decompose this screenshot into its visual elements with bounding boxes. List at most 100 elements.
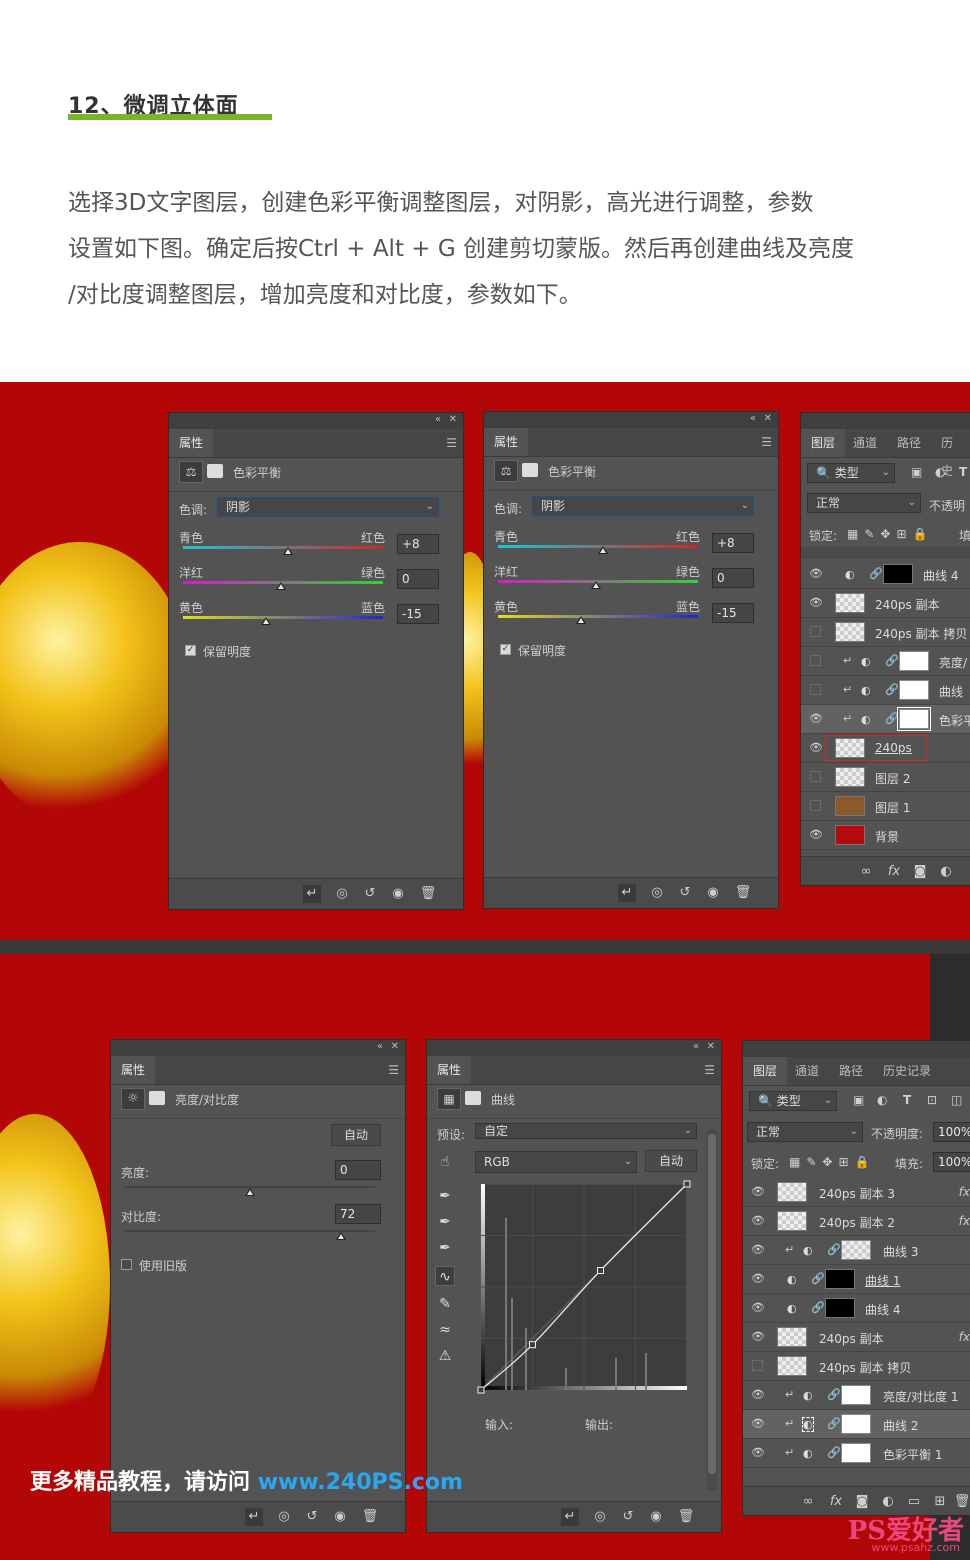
view-previous-icon[interactable]: ◎ xyxy=(333,885,351,903)
scrollbar-thumb[interactable] xyxy=(708,1134,716,1474)
eye-icon[interactable]: 👁 xyxy=(751,1388,765,1401)
layer-row[interactable]: 👁 ↵ ◐ 🔗 亮度/对比度 1 xyxy=(743,1381,970,1410)
slider-thumb[interactable] xyxy=(598,546,608,554)
opacity-field[interactable]: 100% xyxy=(933,1122,970,1142)
panel-menu-icon[interactable]: ☰ xyxy=(446,436,457,450)
trash-icon[interactable]: 🗑 xyxy=(677,1508,695,1526)
clip-to-layer-icon[interactable]: ↵ xyxy=(245,1508,263,1526)
add-mask-icon[interactable]: ◙ xyxy=(911,863,929,881)
filter-smart-object-icon[interactable]: ◫ xyxy=(951,1093,962,1107)
tab-properties[interactable]: 属性 xyxy=(169,429,214,457)
close-icon[interactable]: ✕ xyxy=(707,1041,715,1052)
cyan-red-value[interactable]: +8 xyxy=(397,534,439,554)
layer-row[interactable]: 👁 ◐ 🔗 曲线 4 xyxy=(743,1294,970,1323)
layer-row[interactable]: ↵ ◐ 🔗 亮度/ xyxy=(801,647,970,676)
white-eyedropper-icon[interactable]: ✒ xyxy=(435,1238,455,1258)
clip-to-layer-icon[interactable]: ↵ xyxy=(561,1508,579,1526)
slider-thumb[interactable] xyxy=(261,617,271,625)
auto-button[interactable]: 自动 xyxy=(331,1124,381,1146)
filter-pixel-icon[interactable]: ▣ xyxy=(911,465,922,479)
reset-icon[interactable]: ↺ xyxy=(619,1508,637,1526)
slider-thumb[interactable] xyxy=(576,616,586,624)
curve-point-icon[interactable]: ∿ xyxy=(435,1266,455,1286)
visibility-toggle-off[interactable] xyxy=(810,655,821,666)
target-adjust-icon[interactable]: ☝ xyxy=(435,1152,455,1172)
view-previous-icon[interactable]: ◎ xyxy=(591,1508,609,1526)
mask-icon[interactable] xyxy=(149,1091,165,1105)
visibility-icon[interactable]: ◉ xyxy=(389,885,407,903)
filter-type-icon[interactable]: T xyxy=(959,465,967,479)
clip-to-layer-icon[interactable]: ↵ xyxy=(303,885,321,903)
tone-select[interactable]: 阴影 ⌄ xyxy=(217,497,439,517)
fill-field[interactable]: 100% xyxy=(933,1152,970,1172)
visibility-icon[interactable]: ◉ xyxy=(331,1508,349,1526)
preset-select[interactable]: 自定 ⌄ xyxy=(475,1123,697,1139)
eye-icon[interactable]: 👁 xyxy=(751,1243,765,1256)
panel-menu-icon[interactable]: ☰ xyxy=(704,1063,715,1077)
reset-icon[interactable]: ↺ xyxy=(361,885,379,903)
slider-thumb[interactable] xyxy=(283,547,293,555)
layer-row[interactable]: 👁 ◐ 🔗 曲线 4 xyxy=(801,560,970,589)
curve-graph[interactable] xyxy=(475,1178,699,1402)
reset-icon[interactable]: ↺ xyxy=(676,884,694,902)
clipping-warning-icon[interactable]: ⚠ xyxy=(435,1346,455,1366)
promo-url[interactable]: www.240PS.com xyxy=(258,1470,463,1495)
channel-select[interactable]: RGB ⌄ xyxy=(475,1151,637,1173)
close-icon[interactable]: ✕ xyxy=(391,1041,399,1052)
scrollbar[interactable] xyxy=(707,1130,717,1490)
new-adjustment-icon[interactable]: ◐ xyxy=(879,1493,897,1511)
tab-properties[interactable]: 属性 xyxy=(427,1056,472,1084)
link-layers-icon[interactable]: ∞ xyxy=(857,863,875,881)
tone-select[interactable]: 阴影 ⌄ xyxy=(532,496,754,516)
lock-icons[interactable]: ▦✎✥⊞🔒 xyxy=(789,1155,875,1169)
visibility-toggle-off[interactable] xyxy=(752,1360,763,1371)
new-layer-icon[interactable]: ⊞ xyxy=(931,1493,949,1511)
visibility-toggle-off[interactable] xyxy=(810,771,821,782)
gray-eyedropper-icon[interactable]: ✒ xyxy=(435,1212,455,1232)
tab-channels[interactable]: 通道 xyxy=(785,1057,829,1085)
eye-icon[interactable]: 👁 xyxy=(751,1446,765,1459)
collapse-icon[interactable]: « xyxy=(435,414,441,425)
trash-icon[interactable]: 🗑 xyxy=(953,1493,970,1511)
filter-type-icon[interactable]: T xyxy=(903,1093,911,1107)
visibility-toggle-off[interactable] xyxy=(810,800,821,811)
layer-row[interactable]: 👁 背景 xyxy=(801,821,970,850)
tab-properties[interactable]: 属性 xyxy=(111,1056,156,1084)
legacy-checkbox[interactable] xyxy=(121,1259,132,1270)
tab-paths[interactable]: 路径 xyxy=(887,429,931,457)
layer-row-selected[interactable]: 👁 ↵ ◐ 🔗 曲线 2 xyxy=(743,1410,970,1439)
yellow-blue-slider[interactable] xyxy=(183,616,383,619)
layer-row[interactable]: 👁 240ps 副本 2 fx xyxy=(743,1207,970,1236)
layer-row[interactable]: 👁 240ps 副本 fx xyxy=(743,1323,970,1352)
layer-row[interactable]: 👁 240ps 副本 3 fx xyxy=(743,1178,970,1207)
curve-control-point[interactable] xyxy=(529,1341,536,1349)
black-eyedropper-icon[interactable]: ✒ xyxy=(435,1186,455,1206)
eye-icon[interactable]: 👁 xyxy=(809,828,823,841)
blend-mode-select[interactable]: 正常 ⌄ xyxy=(807,493,921,513)
folder-icon[interactable]: ▭ xyxy=(905,1493,923,1511)
visibility-icon[interactable]: ◉ xyxy=(647,1508,665,1526)
eye-icon[interactable]: 👁 xyxy=(751,1330,765,1343)
layer-row[interactable]: 240ps 副本 拷贝 xyxy=(801,618,970,647)
slider-thumb[interactable] xyxy=(336,1232,346,1240)
new-adjustment-icon[interactable]: ◐ xyxy=(937,863,955,881)
eye-icon[interactable]: 👁 xyxy=(751,1185,765,1198)
view-previous-icon[interactable]: ◎ xyxy=(275,1508,293,1526)
panel-menu-icon[interactable]: ☰ xyxy=(388,1063,399,1077)
mask-icon[interactable] xyxy=(522,463,538,477)
trash-icon[interactable]: 🗑 xyxy=(734,884,752,902)
layer-row[interactable]: 图层 1 xyxy=(801,792,970,821)
eye-icon[interactable]: 👁 xyxy=(809,567,823,580)
panel-menu-icon[interactable]: ☰ xyxy=(761,435,772,449)
layer-row[interactable]: 👁 240ps xyxy=(801,734,970,763)
magenta-green-value[interactable]: 0 xyxy=(397,569,439,589)
layer-row[interactable]: 图层 2 xyxy=(801,763,970,792)
layer-filter-select[interactable]: 🔍 类型 ⌄ xyxy=(749,1091,837,1111)
layer-row[interactable]: 240ps 副本 拷贝 xyxy=(743,1352,970,1381)
yellow-blue-value[interactable]: -15 xyxy=(712,603,754,623)
auto-button[interactable]: 自动 xyxy=(645,1150,697,1172)
layer-row[interactable]: 👁 ↵ ◐ 🔗 色彩平衡 1 xyxy=(743,1439,970,1468)
layer-row[interactable]: 👁 ◐ 🔗 曲线 1 xyxy=(743,1265,970,1294)
eye-icon[interactable]: 👁 xyxy=(751,1417,765,1430)
slider-thumb[interactable] xyxy=(276,582,286,590)
